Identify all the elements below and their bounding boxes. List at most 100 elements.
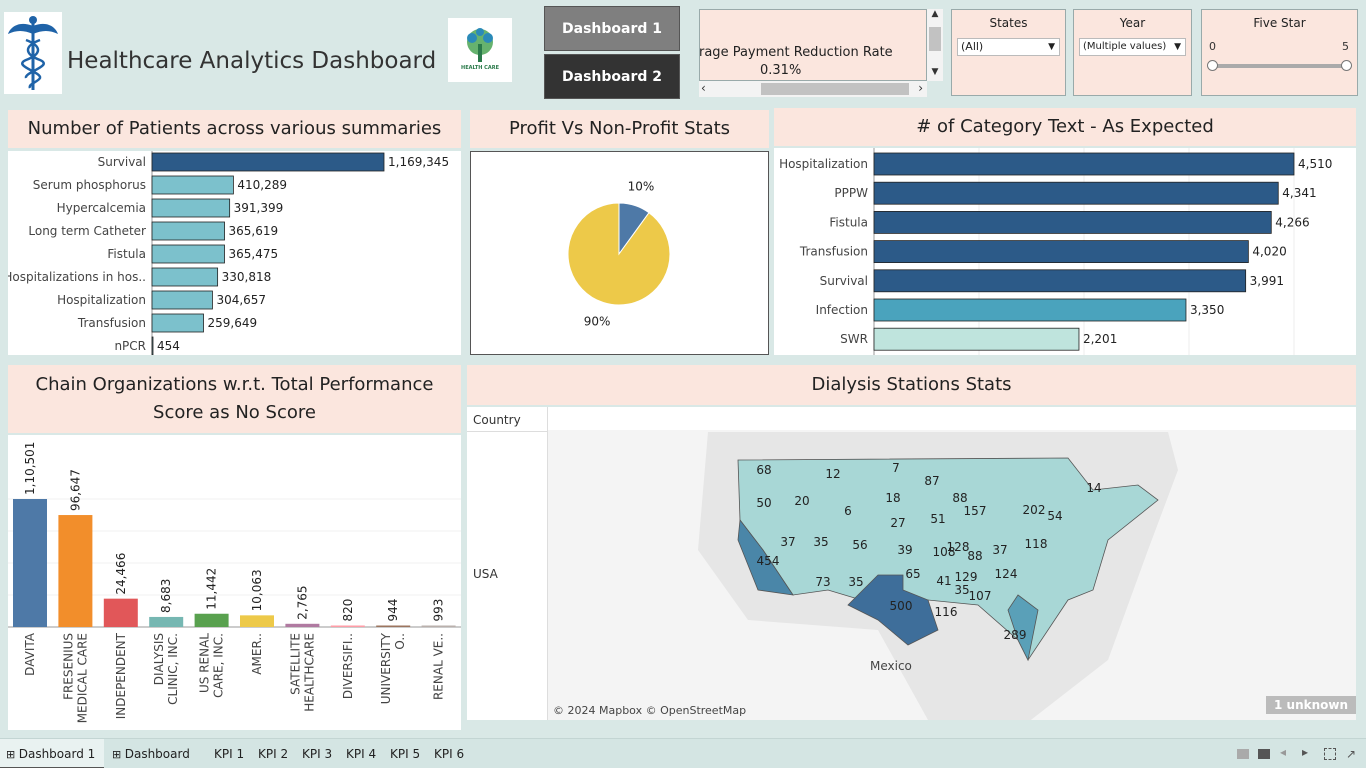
patients-value-label: 454 [157, 339, 180, 353]
five-star-slider-max-handle[interactable] [1341, 60, 1352, 71]
patients-bar [151, 198, 231, 218]
five-star-max-label: 5 [1342, 40, 1349, 53]
scroll-thumb[interactable] [929, 27, 941, 51]
first-sheet-icon[interactable]: ◂ [1280, 745, 1286, 759]
caduceus-logo [4, 12, 62, 94]
h-scroll-thumb[interactable] [761, 83, 909, 95]
station-count-label: 37 [780, 535, 795, 549]
patients-bar [151, 244, 225, 264]
tab-kpi-2[interactable]: KPI 2 [252, 739, 294, 768]
station-count-label: 35 [813, 535, 828, 549]
chain-value-label: 2,765 [295, 585, 309, 619]
chain-category-label: DIALYSIS [152, 633, 166, 685]
usa-row-label: USA [473, 567, 498, 581]
dashboard-1-button[interactable]: Dashboard 1 [544, 6, 680, 51]
dialysis-panel-title: Dialysis Stations Stats [467, 365, 1356, 405]
station-count-label: 107 [969, 589, 992, 603]
share-icon[interactable]: ↗ [1346, 747, 1356, 761]
next-sheet-icon[interactable]: ▸ [1302, 745, 1308, 759]
patients-value-label: 1,169,345 [388, 155, 449, 169]
patients-bar [151, 336, 154, 355]
sheet-tab-bar: ⊞ Dashboard 1 ⊞ Dashboard 2 KPI 1 KPI 2 … [0, 738, 1366, 768]
states-select[interactable]: (All) ▼ [957, 38, 1060, 56]
page-title: Healthcare Analytics Dashboard [67, 48, 437, 74]
chain-bar-chart: 1,10,501 DAVITA 96,647 FRESENIUS MEDICAL CAR… [8, 442, 461, 723]
chain-bar [285, 623, 320, 627]
station-count-label: 37 [992, 543, 1007, 557]
category-value-label: 2,201 [1083, 332, 1117, 346]
tab-kpi-5[interactable]: KPI 5 [384, 739, 426, 768]
tab-kpi-3[interactable]: KPI 3 [296, 739, 338, 768]
dashboard-2-button[interactable]: Dashboard 2 [544, 54, 680, 99]
states-filter: States (All) ▼ [951, 9, 1066, 96]
patients-category-label: Serum phosphorus [33, 178, 146, 192]
station-count-label: 27 [890, 516, 905, 530]
unknown-badge[interactable]: 1 unknown [1266, 696, 1356, 714]
caduceus-icon [8, 16, 58, 90]
chain-bar [103, 598, 138, 627]
chain-category-label: HEALTHCARE [302, 633, 316, 712]
category-bar [873, 327, 1080, 351]
category-label: Hospitalization [779, 157, 868, 171]
patients-bar [151, 221, 225, 241]
category-bar [873, 269, 1247, 293]
category-bar [873, 181, 1279, 205]
map-copyright: © 2024 Mapbox © OpenStreetMap [553, 704, 747, 717]
kpi-vertical-scrollbar[interactable]: ▲ ▼ [927, 9, 943, 81]
five-star-slider-min-handle[interactable] [1207, 60, 1218, 71]
chain-category-label: RENAL VE.. [432, 633, 446, 700]
chain-bar [421, 625, 456, 627]
station-count-label: 157 [964, 504, 987, 518]
chain-value-label: 820 [341, 599, 355, 622]
station-count-label: 88 [967, 549, 982, 563]
station-count-label: 12 [825, 467, 840, 481]
patients-bar [151, 175, 234, 195]
five-star-slider-track[interactable] [1212, 64, 1347, 68]
category-bar [873, 152, 1295, 176]
tab-kpi-1[interactable]: KPI 1 [208, 739, 250, 768]
pie-label: 90% [584, 315, 611, 329]
patients-value-label: 365,619 [229, 224, 279, 238]
chain-category-label: CLINIC, INC. [166, 633, 180, 705]
station-count-label: 108 [933, 545, 956, 559]
scroll-left-icon[interactable]: ‹ [701, 81, 706, 95]
scroll-up-icon[interactable]: ▲ [927, 9, 943, 23]
chain-value-label: 11,442 [205, 568, 219, 610]
fullscreen-icon[interactable] [1324, 748, 1336, 760]
chain-category-label: AMER.. [250, 633, 264, 675]
category-value-label: 4,510 [1298, 157, 1332, 171]
category-bar [873, 298, 1187, 322]
chain-category-label: MEDICAL CARE [75, 633, 89, 723]
category-value-label: 3,991 [1250, 274, 1284, 288]
station-count-label: 202 [1023, 503, 1046, 517]
tab-dashboard-2[interactable]: ⊞ Dashboard 2 [106, 739, 206, 768]
scroll-right-icon[interactable]: › [918, 81, 923, 95]
health-care-logo: HEALTH CARE [448, 18, 512, 82]
tabs-view-icon[interactable] [1258, 749, 1270, 759]
chain-category-label: INDEPENDENT [114, 632, 128, 719]
tab-dashboard-1[interactable]: ⊞ Dashboard 1 [0, 739, 104, 768]
patients-value-label: 410,289 [237, 178, 287, 192]
patients-category-label: nPCR [114, 339, 146, 353]
chain-bar [330, 625, 365, 627]
scroll-down-icon[interactable]: ▼ [927, 67, 943, 81]
profit-panel-title: Profit Vs Non-Profit Stats [470, 110, 769, 148]
category-bar-chart: Hospitalization 4,510 PPPW 4,341 Fistula 4,26… [779, 148, 1332, 355]
tab-kpi-4[interactable]: KPI 4 [340, 739, 382, 768]
station-count-label: 7 [892, 461, 900, 475]
chain-category-label: O.. [393, 633, 407, 650]
category-value-label: 4,266 [1275, 215, 1309, 229]
year-select[interactable]: (Multiple values) ▼ [1079, 38, 1186, 56]
station-count-label: 14 [1086, 481, 1101, 495]
station-count-label: 129 [955, 570, 978, 584]
station-count-label: 116 [935, 605, 958, 619]
year-filter: Year (Multiple values) ▼ [1073, 9, 1192, 96]
year-filter-title: Year [1119, 16, 1146, 30]
profit-chart-body: 10% 90% [470, 151, 769, 355]
station-count-label: 20 [794, 494, 809, 508]
filmstrip-icon[interactable] [1237, 749, 1249, 759]
kpi-horizontal-scrollbar[interactable]: ‹ › [699, 81, 927, 97]
us-map[interactable]: Mexico 68 12 7 87 88 14 50 20 18 157 202 54 6 27 51 37 35… [548, 430, 1356, 720]
grid-icon: ⊞ [112, 748, 125, 761]
tab-kpi-6[interactable]: KPI 6 [428, 739, 470, 768]
